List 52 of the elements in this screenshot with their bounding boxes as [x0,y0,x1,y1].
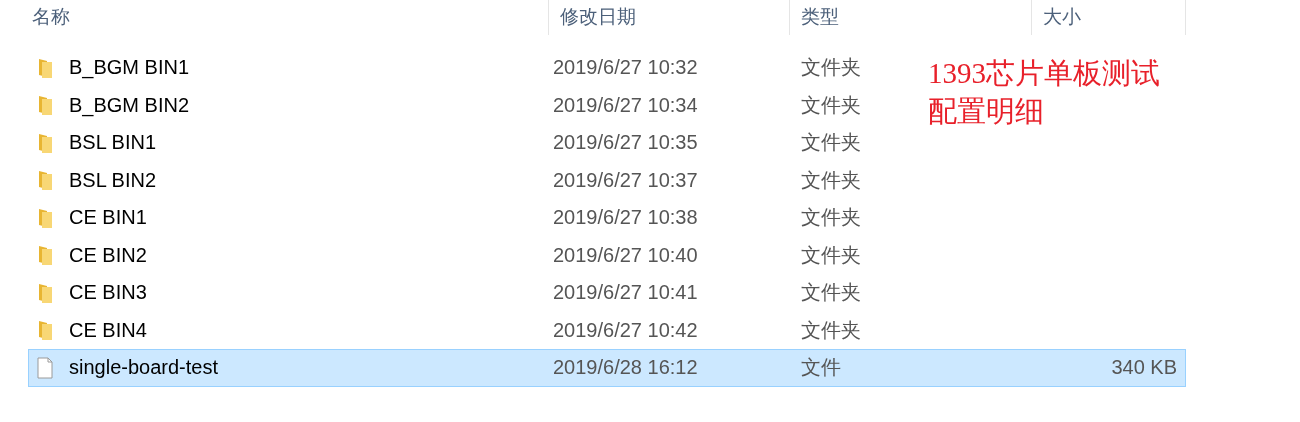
file-row[interactable]: BSL BIN2 2019/6/27 10:37 文件夹 [28,161,862,199]
type-cell-text: 文件夹 [800,242,861,268]
folder-icon [37,169,53,192]
column-header[interactable]: 类型 [790,0,1032,35]
folder-icon [37,281,53,304]
date-cell-text: 2019/6/27 10:35 [552,131,699,155]
folder-icon [37,206,53,229]
date-cell-text: 2019/6/27 10:34 [552,93,699,117]
file-name: CE BIN3 [69,281,147,305]
file-row[interactable]: single-board-test 2019/6/28 16:12 文件 340 KB [28,349,1186,387]
annotation-text: 1393芯片单板测试 [928,56,1160,91]
file-name: BSL BIN2 [69,168,157,192]
date-cell-text: 2019/6/27 10:42 [552,318,699,342]
file-name: B_BGM BIN1 [69,56,190,80]
type-cell-text: 文件夹 [800,317,861,343]
file-name: BSL BIN1 [69,131,157,155]
file-row[interactable]: B_BGM BIN2 2019/6/27 10:34 文件夹 [28,86,862,124]
file-row[interactable]: CE BIN1 2019/6/27 10:38 文件夹 [28,199,862,237]
type-cell-text: 文件夹 [800,55,861,81]
file-row[interactable]: CE BIN2 2019/6/27 10:40 文件夹 [28,236,862,274]
column-header[interactable]: 名称 [28,0,549,35]
file-row[interactable]: BSL BIN1 2019/6/27 10:35 文件夹 [28,124,862,162]
type-cell-text: 文件夹 [800,167,861,193]
file-name: CE BIN1 [69,206,147,230]
folder-icon [37,94,53,117]
folder-icon [37,56,53,79]
folder-icon [37,244,53,267]
file-name: CE BIN4 [69,318,147,342]
file-row[interactable]: CE BIN4 2019/6/27 10:42 文件夹 [28,311,862,349]
type-cell-text: 文件 [800,355,841,381]
file-row[interactable]: B_BGM BIN1 2019/6/27 10:32 文件夹 [28,49,862,87]
file-name: CE BIN2 [69,243,147,267]
folder-icon [37,131,53,154]
type-cell-text: 文件夹 [800,130,861,156]
annotation-text: 配置明细 [928,94,1045,129]
folder-icon [37,319,53,342]
file-icon [37,356,53,379]
date-cell-text: 2019/6/27 10:37 [552,168,699,192]
type-cell-text: 文件夹 [800,92,861,118]
column-header[interactable]: 大小 [1032,0,1186,35]
file-row[interactable]: CE BIN3 2019/6/27 10:41 文件夹 [28,274,862,312]
date-cell-text: 2019/6/27 10:40 [552,243,699,267]
column-header[interactable]: 修改日期 [549,0,790,35]
file-name: B_BGM BIN2 [69,93,190,117]
date-cell-text: 2019/6/27 10:32 [552,56,699,80]
file-name: single-board-test [69,356,218,380]
date-cell-text: 2019/6/27 10:38 [552,206,699,230]
date-cell-text: 2019/6/28 16:12 [552,356,699,380]
type-cell-text: 文件夹 [800,205,861,231]
date-cell-text: 2019/6/27 10:41 [552,281,699,305]
type-cell-text: 文件夹 [800,280,861,306]
size-cell-text: 340 KB [1111,356,1178,380]
